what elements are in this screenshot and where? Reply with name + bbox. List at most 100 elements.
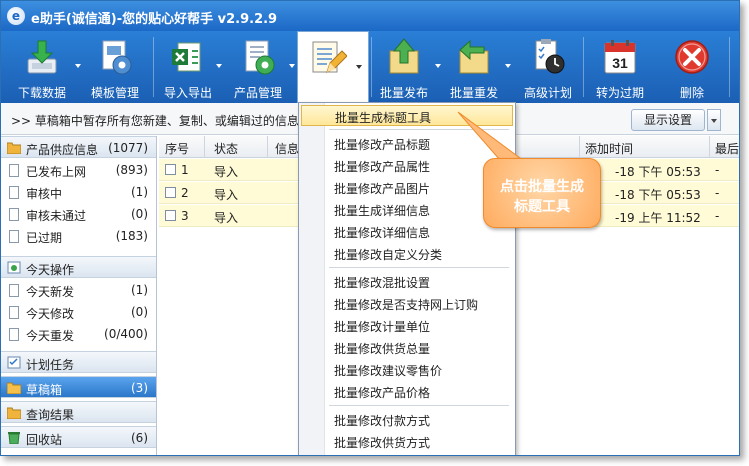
sidebar-item-label: 审核中 (26, 187, 63, 201)
recycle-bin-icon (8, 432, 20, 444)
row-no: 3 (181, 209, 189, 223)
menu-item-label: 批量修改产品属性 (334, 160, 431, 174)
sidebar-item-label: 今天修改 (26, 307, 75, 321)
menu-item-edit-attributes[interactable]: 批量修改产品属性 (301, 155, 513, 176)
template-icon (102, 40, 132, 75)
menu-item-generate-details[interactable]: 批量生成详细信息 (301, 199, 513, 220)
sidebar-item-label: 今天新发 (26, 285, 75, 299)
sidebar-item-under-review[interactable]: 审核中 (1) (1, 182, 156, 203)
sidebar-item-rejected[interactable]: 审核未通过 (0) (1, 204, 156, 225)
column-header-last[interactable]: 最后 (715, 140, 739, 157)
menu-item-edit-supply-total[interactable]: 批量修改供货总量 (301, 337, 513, 358)
sidebar-group-count: (3) (131, 381, 148, 395)
menu-item-edit-images[interactable]: 批量修改产品图片 (301, 177, 513, 198)
column-header-added-time[interactable]: 添加时间 (585, 140, 633, 157)
row-added-time: -18 下午 05:53 (615, 165, 701, 179)
template-manage-button[interactable]: 模板管理 (81, 31, 149, 103)
row-no: 1 (181, 163, 189, 177)
menu-item-edit-unit[interactable]: 批量修改计量单位 (301, 315, 513, 336)
chevron-down-icon[interactable] (356, 65, 362, 69)
menu-item-label: 批量修改付款方式 (334, 414, 431, 428)
page-icon (9, 306, 19, 319)
sidebar-item-label: 审核未通过 (26, 209, 87, 223)
batch-repost-label: 批量重发 (449, 86, 498, 100)
drafts-icon (7, 382, 21, 394)
row-checkbox[interactable] (165, 210, 176, 221)
chevron-down-icon[interactable] (505, 64, 511, 68)
download-icon (27, 40, 57, 74)
product-icon (245, 40, 275, 75)
menu-item-edit-mixed-batch[interactable]: 批量修改混批设置 (301, 271, 513, 292)
delete-icon (675, 40, 709, 74)
display-settings-dropdown[interactable] (707, 109, 721, 131)
menu-item-edit-online-order[interactable]: 批量修改是否支持网上订购 (301, 293, 513, 314)
menu-item-edit-supply-method[interactable]: 批量修改供货方式 (301, 431, 513, 452)
menu-item-edit-details[interactable]: 批量修改详细信息 (301, 221, 513, 242)
row-status: 导入 (214, 188, 239, 202)
menu-item-batch-generate-title-tool[interactable]: 批量生成标题工具 (301, 105, 513, 126)
sidebar-item-today-modified[interactable]: 今天修改 (0) (1, 302, 156, 323)
toolbar-divider (583, 37, 584, 97)
batch-publish-button[interactable]: 批量发布 (373, 31, 441, 103)
menu-item-edit-price[interactable]: 批量修改产品价格 (301, 381, 513, 402)
today-icon (7, 261, 21, 274)
sidebar-group-drafts[interactable]: 草稿箱 (3) (1, 376, 156, 398)
row-last: - (715, 209, 720, 223)
column-header-no[interactable]: 序号 (165, 140, 189, 157)
sidebar-item-expired[interactable]: 已过期 (183) (1, 226, 156, 247)
column-divider[interactable] (709, 136, 710, 158)
batch-edit-menu: 批量生成标题工具 批量修改产品标题 批量修改产品属性 批量修改产品图片 批量生成… (298, 102, 516, 455)
sidebar-item-count: (1) (131, 283, 148, 297)
sidebar-item-count: (0/400) (104, 327, 148, 341)
sidebar-item-today-new[interactable]: 今天新发 (1) (1, 280, 156, 301)
page-icon (9, 230, 19, 243)
menu-item-edit-custom-category[interactable]: 批量修改自定义分类 (301, 243, 513, 264)
menu-item-edit-title[interactable]: 批量修改产品标题 (301, 133, 513, 154)
main-window: e e助手(诚信通)-您的贴心好帮手 v2.9.2.9 下载数据 模板管理 导入… (0, 0, 740, 456)
chevron-down-icon[interactable] (435, 64, 441, 68)
chevron-down-icon[interactable] (216, 64, 222, 68)
template-manage-label: 模板管理 (90, 86, 139, 100)
display-settings-button[interactable]: 显示设置 (631, 109, 705, 131)
delete-label: 删除 (679, 86, 704, 100)
row-added-time: -18 下午 05:53 (615, 188, 701, 202)
row-checkbox[interactable] (165, 164, 176, 175)
download-data-button[interactable]: 下载数据 (7, 31, 81, 103)
chevron-down-icon[interactable] (289, 64, 295, 68)
callout-line-2: 标题工具 (514, 199, 570, 215)
import-export-button[interactable]: 导入导出 (157, 31, 222, 103)
menu-item-edit-retail-price[interactable]: 批量修改建议零售价 (301, 359, 513, 380)
toolbar-divider (153, 37, 154, 97)
row-status: 导入 (214, 211, 239, 225)
batch-repost-button[interactable]: 批量重发 (445, 31, 511, 103)
column-divider[interactable] (204, 136, 205, 158)
sidebar-group-label: 草稿箱 (26, 383, 63, 397)
sidebar-group-today[interactable]: 今天操作 (1, 256, 156, 278)
sidebar-group-count: (6) (131, 431, 148, 445)
column-divider[interactable] (579, 136, 580, 158)
batch-edit-icon (312, 41, 347, 73)
sidebar-group-product-supply[interactable]: 产品供应信息 (1077) (1, 136, 156, 158)
batch-publish-icon (389, 38, 419, 74)
menu-item-label: 批量修改产品价格 (334, 386, 431, 400)
folder-icon (7, 142, 21, 154)
sidebar-item-published[interactable]: 已发布上网 (893) (1, 160, 156, 181)
mark-expired-button[interactable]: 31 转为过期 (589, 31, 651, 103)
row-checkbox[interactable] (165, 187, 176, 198)
column-header-info[interactable]: 信息 (275, 140, 299, 157)
menu-item-label: 批量修改供货方式 (334, 436, 431, 450)
delete-button[interactable]: 删除 (661, 31, 723, 103)
sidebar-group-recycle-bin[interactable]: 回收站 (6) (1, 426, 156, 448)
column-header-status[interactable]: 状态 (214, 140, 238, 157)
column-divider[interactable] (267, 136, 268, 158)
sidebar-group-scheduled-tasks[interactable]: 计划任务 (1, 351, 156, 373)
sidebar-group-label: 今天操作 (26, 263, 75, 277)
advanced-plan-button[interactable]: 高级计划 (517, 31, 579, 103)
product-manage-button[interactable]: 产品管理 (227, 31, 295, 103)
row-no: 2 (181, 186, 189, 200)
sidebar-item-today-repost[interactable]: 今天重发 (0/400) (1, 324, 156, 345)
window-title: e助手(诚信通)-您的贴心好帮手 v2.9.2.9 (31, 12, 278, 27)
sidebar-group-query-results[interactable]: 查询结果 (1, 401, 156, 423)
menu-item-edit-payment[interactable]: 批量修改付款方式 (301, 409, 513, 430)
batch-edit-button[interactable] (297, 31, 369, 103)
